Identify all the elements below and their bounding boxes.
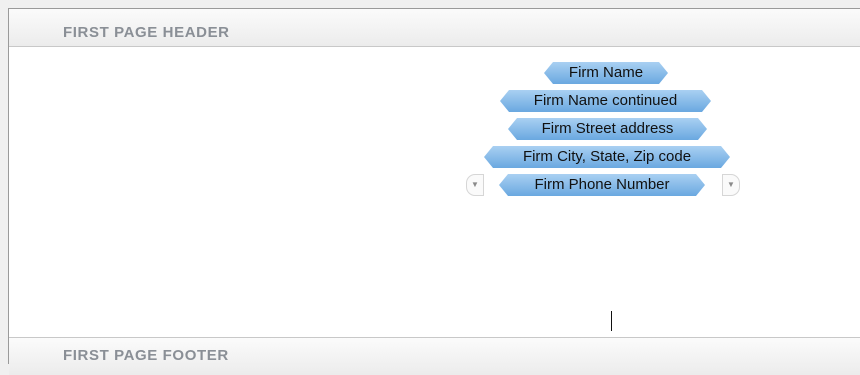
chevron-down-icon: ▼ <box>727 180 735 189</box>
right-dropdown-button[interactable]: ▼ <box>722 174 740 196</box>
chevron-down-icon: ▼ <box>471 180 479 189</box>
field-chip-firm-phone-number[interactable]: Firm Phone Number <box>499 174 705 196</box>
text-cursor <box>611 311 612 331</box>
first-page-header-bar[interactable]: FIRST PAGE HEADER <box>9 9 860 47</box>
left-dropdown-button[interactable]: ▼ <box>466 174 484 196</box>
first-page-footer-bar[interactable]: FIRST PAGE FOOTER <box>9 337 860 375</box>
field-chip-firm-name[interactable]: Firm Name <box>544 62 668 84</box>
header-label: FIRST PAGE HEADER <box>63 24 230 41</box>
header-content-area[interactable]: Firm Name Firm Name continued Firm Stree… <box>9 48 860 337</box>
field-chip-firm-name-continued[interactable]: Firm Name continued <box>500 90 711 112</box>
field-chip-firm-city-state-zip[interactable]: Firm City, State, Zip code <box>484 146 730 168</box>
field-chip-firm-street-address[interactable]: Firm Street address <box>508 118 707 140</box>
document-editor: FIRST PAGE HEADER Firm Name Firm Name co… <box>8 8 860 375</box>
footer-label: FIRST PAGE FOOTER <box>63 347 229 364</box>
